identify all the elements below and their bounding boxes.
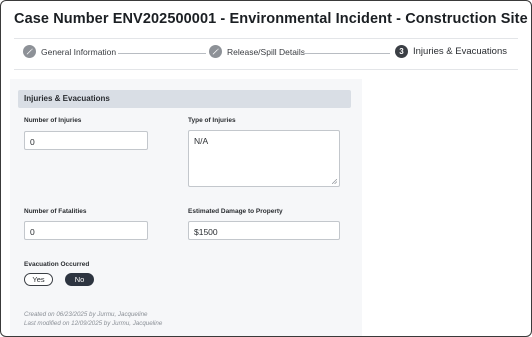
step-connector <box>118 53 206 54</box>
section-header: Injuries & Evacuations <box>18 90 351 108</box>
wizard-stepper: General Information Release/Spill Detail… <box>23 45 513 63</box>
pencil-icon <box>23 45 36 58</box>
form-panel: Injuries & Evacuations Number of Injurie… <box>10 79 362 336</box>
evacuation-no-button[interactable]: No <box>65 273 94 286</box>
num-fatalities-label: Number of Fatalities <box>24 208 87 215</box>
damage-input[interactable]: $1500 <box>188 221 340 240</box>
page-title: Case Number ENV202500001 - Environmental… <box>14 11 532 27</box>
resize-handle-icon[interactable] <box>332 179 337 184</box>
damage-label: Estimated Damage to Property <box>188 208 283 215</box>
num-injuries-input[interactable]: 0 <box>24 131 148 150</box>
evacuation-yes-button[interactable]: Yes <box>24 273 53 286</box>
type-injuries-value: N/A <box>194 136 209 146</box>
modified-info: Last modified on 12/09/2025 by Jurmu, Ja… <box>24 320 163 327</box>
stepper-divider <box>14 69 518 70</box>
step-number-badge: 3 <box>395 45 408 58</box>
case-window: Case Number ENV202500001 - Environmental… <box>0 0 532 337</box>
type-injuries-label: Type of Injuries <box>188 117 236 124</box>
step-general-information[interactable]: General Information <box>23 45 116 58</box>
section-title: Injuries & Evacuations <box>24 94 110 103</box>
step-label: Release/Spill Details <box>227 46 305 57</box>
step-label: General Information <box>41 46 117 57</box>
created-info: Created on 06/23/2025 by Jurmu, Jacqueli… <box>24 311 148 318</box>
evacuation-label: Evacuation Occurred <box>24 261 90 268</box>
num-injuries-label: Number of Injuries <box>24 117 82 124</box>
step-label: Injuries & Evacuations <box>413 46 507 57</box>
step-release-spill-details[interactable]: Release/Spill Details <box>209 45 305 58</box>
step-injuries-evacuations[interactable]: 3 Injuries & Evacuations <box>395 45 507 58</box>
pencil-icon <box>209 45 222 58</box>
type-injuries-textarea[interactable]: N/A <box>188 130 340 187</box>
num-fatalities-input[interactable]: 0 <box>24 221 148 240</box>
title-divider <box>14 38 518 39</box>
step-connector <box>304 53 390 54</box>
